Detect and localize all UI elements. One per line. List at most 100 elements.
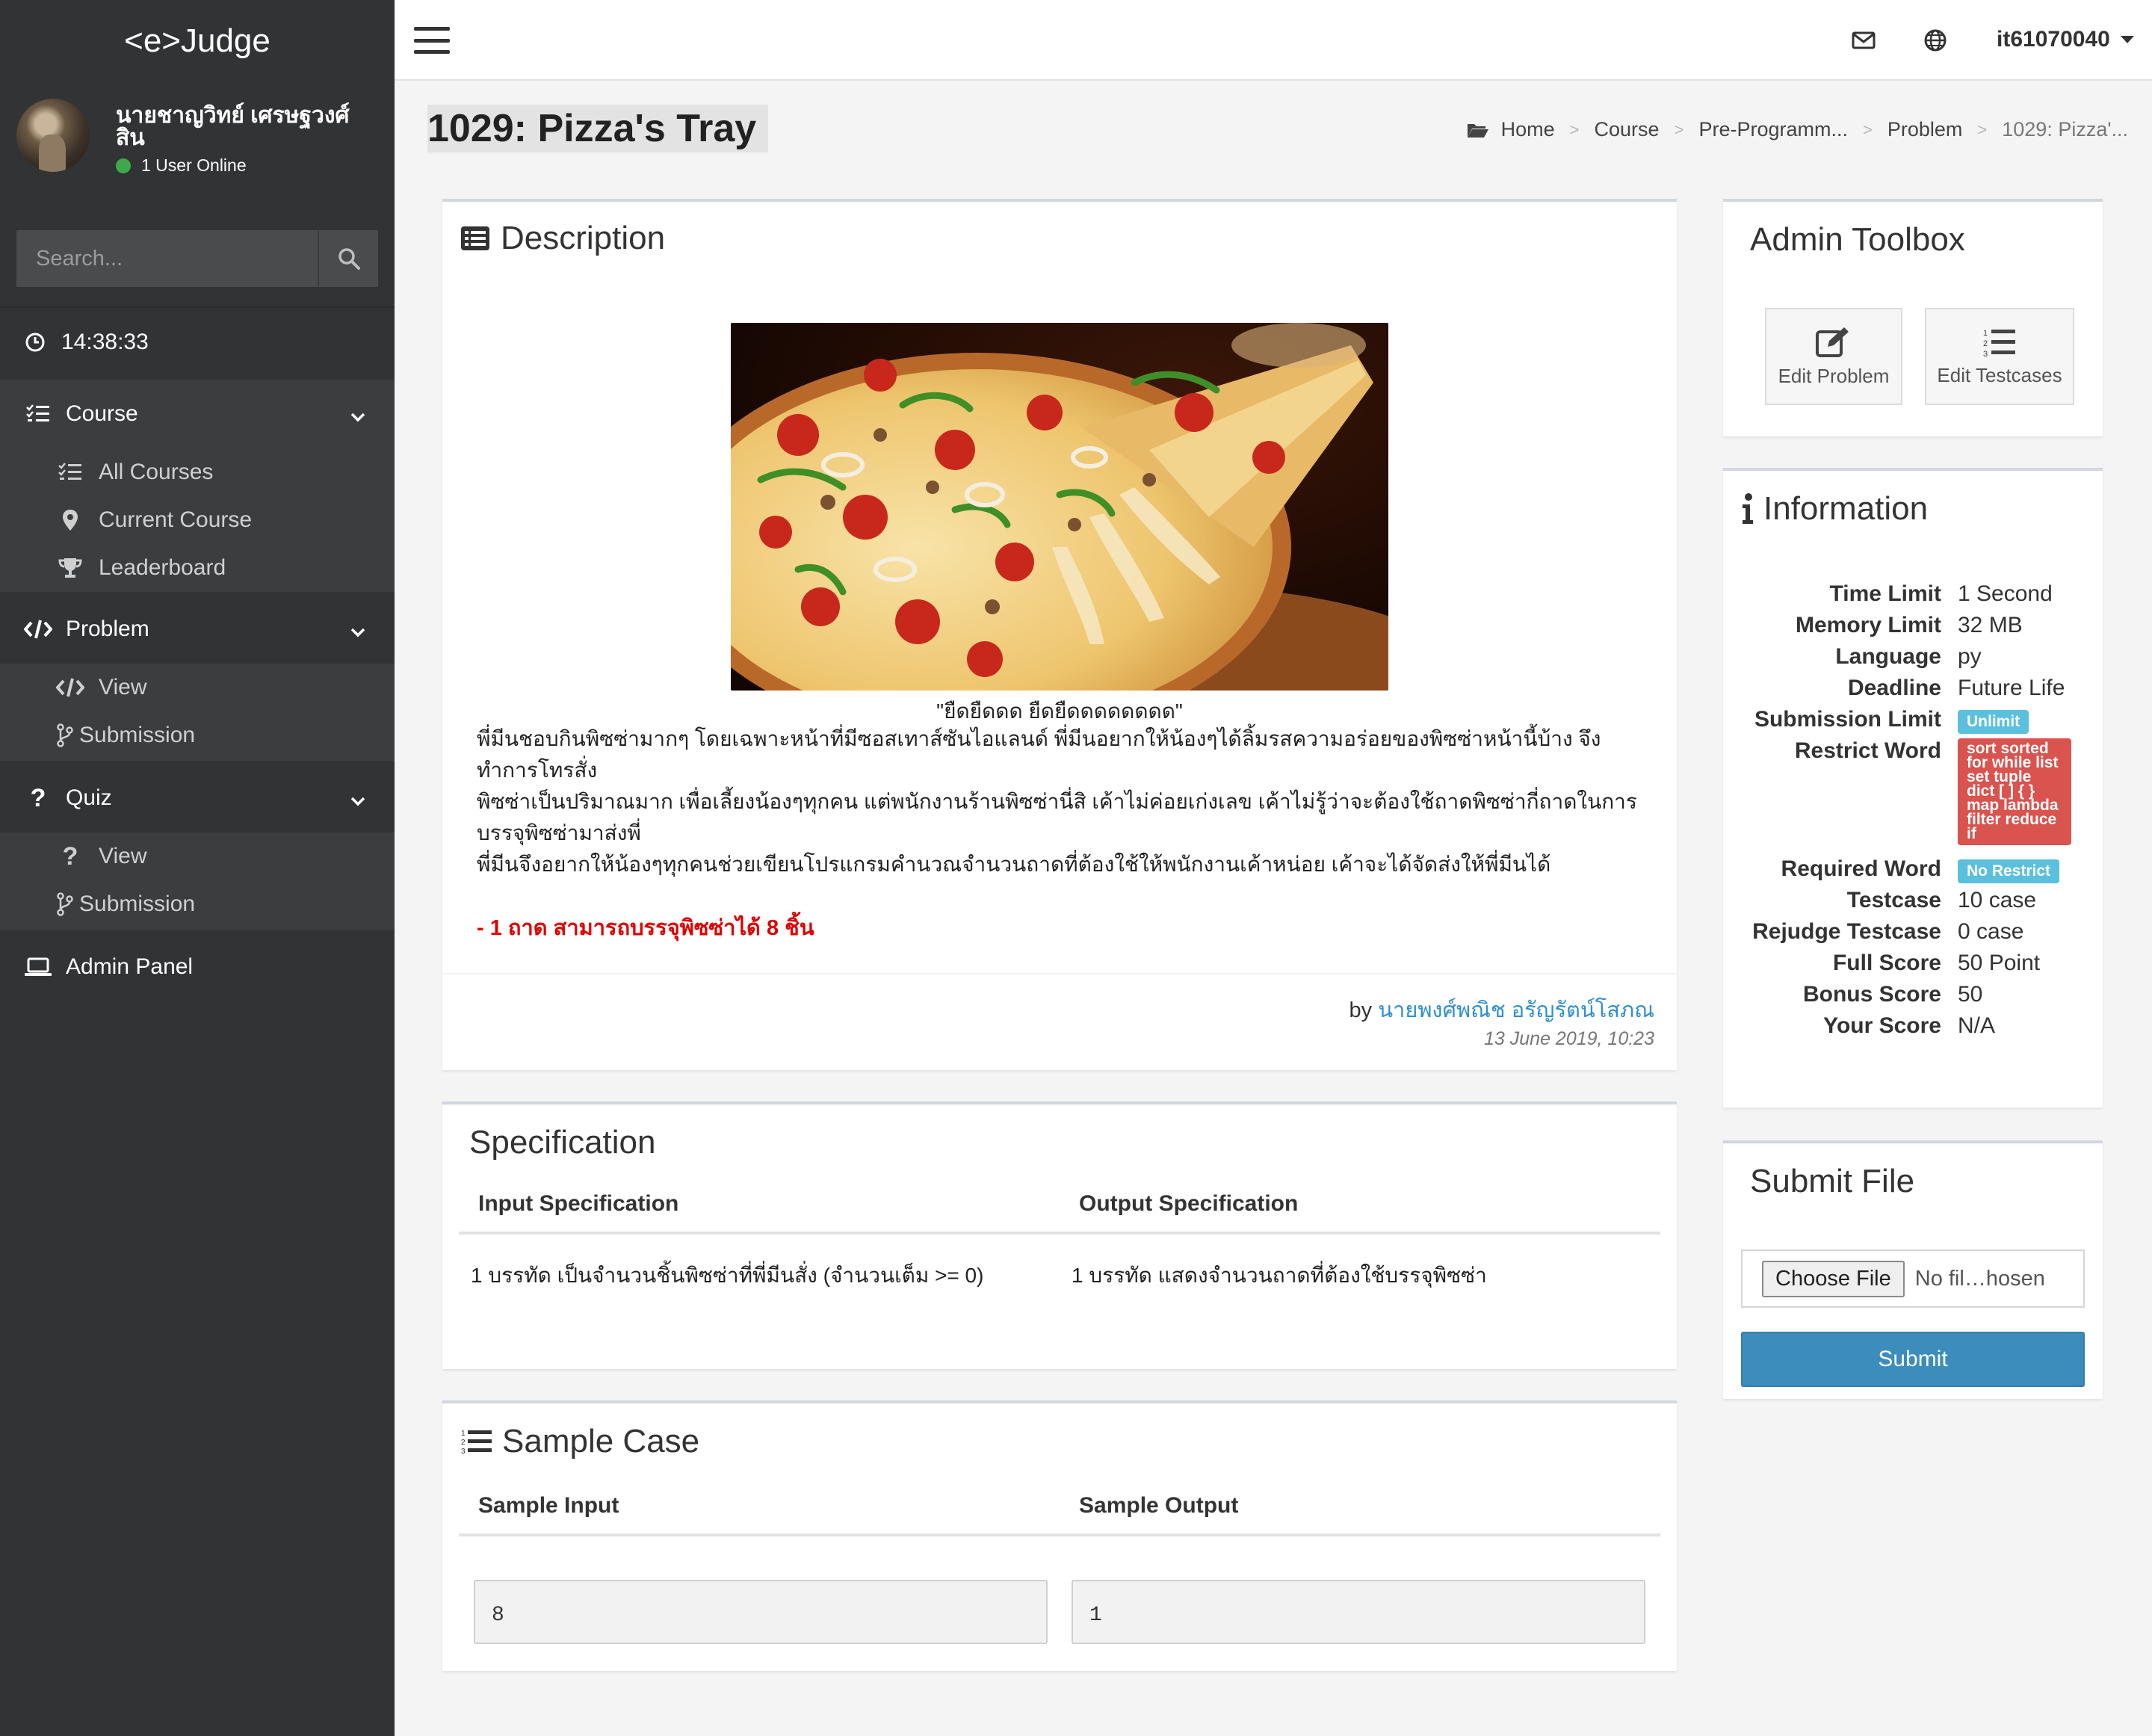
nav-course-sub: All Courses Current Course Leaderboard (0, 448, 395, 592)
user-menu-dropdown[interactable]: it61070040 (1997, 27, 2134, 52)
submit-file-title: Submit File (1750, 1163, 1915, 1199)
input-spec-text: 1 บรรทัด เป็นจำนวนชิ้นพิซซ่าที่พี่มีนสั่… (471, 1264, 984, 1287)
breadcrumb-course[interactable]: Course (1595, 118, 1660, 141)
description-footer-divider (442, 973, 1677, 974)
sample-output-box[interactable]: 1 (1072, 1580, 1645, 1644)
list-ol-icon: 123 (460, 1428, 492, 1455)
sidebar-item-label: Submission (79, 723, 196, 747)
information-table: Time Limit 1 Second Memory Limit 32 MB Lan… (1723, 578, 2103, 1042)
globe-icon[interactable] (1923, 28, 1947, 56)
info-label: Testcase (1846, 888, 1941, 912)
nav-course-label: Course (66, 401, 138, 426)
menu-toggle-button[interactable] (414, 27, 450, 54)
nav-admin-panel[interactable]: Admin Panel (0, 933, 395, 1001)
info-value: 1 Second (1958, 581, 2053, 606)
list-alt-icon (460, 226, 490, 251)
table-row: 1 บรรทัด เป็นจำนวนชิ้นพิซซ่าที่พี่มีนสั่… (459, 1235, 1660, 1317)
info-label: Submission Limit (1754, 707, 1941, 732)
code-icon (24, 619, 52, 640)
nav-quiz-label: Quiz (66, 785, 112, 810)
info-label: Required Word (1781, 856, 1941, 881)
clock-time: 14:38:33 (61, 330, 149, 354)
sidebar-item-leaderboard[interactable]: Leaderboard (0, 544, 395, 592)
description-line: พี่มีนชอบกินพิซซ่ามากๆ โดยเฉพาะหน้าที่มี… (477, 727, 1601, 782)
info-row-full-score: Full Score 50 Point (1723, 948, 2103, 979)
sidebar-item-problem-submission[interactable]: Submission (0, 711, 395, 759)
sample-case-header: 123 Sample Case (460, 1423, 699, 1460)
svg-text:3: 3 (1983, 350, 1988, 358)
sidebar-item-label: View (99, 844, 147, 868)
breadcrumb: Home > Course > Pre-Programm... > Proble… (1467, 118, 2128, 141)
sidebar-item-label: Current Course (99, 507, 253, 532)
sidebar-item-label: All Courses (99, 460, 214, 484)
sample-output-header: Sample Output (1079, 1493, 1239, 1518)
sample-input-header: Sample Input (478, 1493, 619, 1518)
online-dot-icon (116, 158, 131, 173)
chevron-down-icon (350, 788, 366, 813)
edit-testcases-button[interactable]: 12 3 Edit Testcases (1925, 308, 2074, 405)
pizza-image (731, 323, 1388, 691)
submit-button[interactable]: Submit (1741, 1332, 2085, 1387)
description-note: - 1 ถาด สามารถบรรจุพิซซ่าได้ 8 ชิ้น (477, 916, 814, 940)
svg-text:2: 2 (1983, 339, 1988, 348)
clock: 14:38:33 (0, 306, 395, 377)
info-icon (1741, 493, 1754, 525)
description-header: Description (460, 220, 665, 257)
chevron-down-icon (350, 619, 366, 644)
description-box: Description "ยืดยืดดด ยืดยืดดดดดดดด" พี่… (442, 199, 1677, 1070)
file-input[interactable]: Choose File No fil…hosen (1741, 1250, 2085, 1308)
user-panel: นายชาญวิทย์ เศรษฐวงศ์สิน 1 User Online (0, 82, 395, 194)
envelope-icon[interactable] (1852, 31, 1876, 53)
info-value: 50 Point (1958, 951, 2041, 975)
sample-case-title: Sample Case (502, 1423, 700, 1459)
info-value: 0 case (1958, 919, 2024, 944)
submit-file-box: Submit File Choose File No fil…hosen Sub… (1723, 1140, 2103, 1399)
breadcrumb-home[interactable]: Home (1501, 118, 1555, 141)
search-icon (338, 248, 360, 270)
sidebar-item-quiz-view[interactable]: ? View (0, 833, 395, 880)
info-value: py (1958, 644, 1982, 669)
input-spec-header: Input Specification (478, 1191, 679, 1216)
description-line: พิซซ่าเป็นปริมาณมาก เพื่อเลี้ยงน้องๆทุกค… (477, 790, 1637, 844)
info-value: N/A (1958, 1013, 1996, 1038)
svg-text:3: 3 (461, 1448, 466, 1455)
list-check-icon (55, 462, 85, 483)
description-body: พี่มีนชอบกินพิซซ่ามากๆ โดยเฉพาะหน้าที่มี… (477, 723, 1657, 880)
sidebar-item-current-course[interactable]: Current Course (0, 496, 395, 544)
info-label: Memory Limit (1795, 613, 1941, 637)
info-value: Future Life (1958, 676, 2065, 700)
information-header: Information (1741, 490, 1928, 528)
nav-problem[interactable]: Problem (0, 595, 395, 664)
breadcrumb-course-name[interactable]: Pre-Programm... (1698, 118, 1848, 141)
search-input[interactable] (16, 230, 318, 287)
restrict-word-badge: sort sorted for while list set tuple dic… (1958, 738, 2071, 845)
nav-quiz[interactable]: ? Quiz (0, 764, 395, 833)
info-row-restrict-word: Restrict Word sort sorted for while list … (1723, 735, 2103, 847)
sidebar-item-quiz-submission[interactable]: Submission (0, 880, 395, 928)
sidebar-search (16, 230, 378, 287)
search-button[interactable] (318, 230, 378, 287)
list-ol-icon: 123 (1982, 327, 2017, 358)
info-row-deadline: Deadline Future Life (1723, 673, 2103, 704)
info-value: 10 case (1958, 888, 2037, 912)
sample-input-box[interactable]: 8 (474, 1580, 1048, 1644)
nav-problem-label: Problem (66, 617, 149, 641)
submission-limit-badge: Unlimit (1958, 710, 2029, 734)
sample-case-box: 123 Sample Case Sample Input Sample Outp… (442, 1400, 1677, 1671)
app-logo[interactable]: <e>Judge (0, 0, 395, 82)
edit-problem-button[interactable]: Edit Problem (1765, 308, 1902, 405)
info-label: Restrict Word (1794, 738, 1941, 763)
svg-text:2: 2 (461, 1439, 466, 1447)
admin-toolbox-box: Admin Toolbox Edit Problem 12 3 Edit Test… (1723, 199, 2103, 436)
sidebar-item-problem-view[interactable]: View (0, 664, 395, 711)
online-status: 1 User Online (116, 155, 247, 176)
author-link[interactable]: นายพงศ์พณิช อรัญรัตน์โสภณ (1378, 998, 1654, 1022)
description-line: พี่มีนจึงอยากให้น้องๆทุกคนช่วยเขียนโปรแก… (477, 853, 1551, 876)
avatar (16, 99, 90, 172)
choose-file-button[interactable]: Choose File (1762, 1260, 1905, 1297)
code-branch-icon (55, 723, 75, 747)
breadcrumb-problem[interactable]: Problem (1887, 118, 1963, 141)
nav-course[interactable]: Course (0, 380, 395, 448)
sidebar-item-all-courses[interactable]: All Courses (0, 448, 395, 496)
sidebar-item-label: Submission (79, 892, 196, 916)
